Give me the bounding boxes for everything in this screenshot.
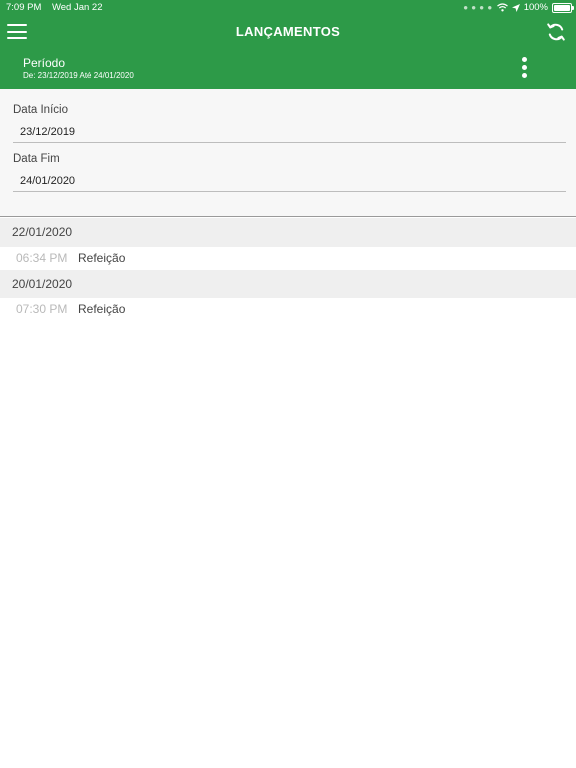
start-date-input[interactable] <box>13 121 566 143</box>
start-date-label: Data Início <box>13 104 68 116</box>
entry-time: 06:34 PM <box>16 251 68 265</box>
wifi-icon <box>496 3 508 12</box>
entry-time: 07:30 PM <box>16 302 68 316</box>
entry-date-header: 20/01/2020 <box>0 270 576 299</box>
end-date-label: Data Fim <box>13 153 60 165</box>
more-icon-dot <box>522 73 527 78</box>
battery-percentage: 100% <box>523 2 548 13</box>
status-right-group: ● ● ● ● 100% <box>463 2 574 13</box>
period-filter-form: Data Início Data Fim <box>0 89 576 217</box>
app-header: 7:09 PM Wed Jan 22 ● ● ● ● 100% LANÇAMEN… <box>0 0 576 89</box>
entry-description: Refeição <box>78 302 126 316</box>
more-icon-dot <box>522 57 527 62</box>
page-title: LANÇAMENTOS <box>235 24 341 39</box>
entry-row[interactable]: 07:30 PM Refeição <box>0 298 576 321</box>
signal-icon: ● ● ● ● <box>463 3 493 12</box>
status-time-date: 7:09 PM Wed Jan 22 <box>6 2 102 13</box>
period-range: De: 23/12/2019 Até 24/01/2020 <box>23 71 134 80</box>
entry-date-header: 22/01/2020 <box>0 218 576 247</box>
status-date: Wed Jan 22 <box>51 2 103 13</box>
entry-row[interactable]: 06:34 PM Refeição <box>0 247 576 270</box>
status-time: 7:09 PM <box>6 2 42 13</box>
period-label[interactable]: Período <box>23 56 65 70</box>
more-vertical-icon[interactable] <box>515 55 535 81</box>
more-icon-dot <box>522 65 527 70</box>
refresh-icon[interactable] <box>545 21 567 43</box>
battery-icon <box>552 2 574 13</box>
status-bar: 7:09 PM Wed Jan 22 ● ● ● ● 100% <box>0 0 576 16</box>
end-date-input[interactable] <box>13 170 566 192</box>
location-icon <box>511 3 520 12</box>
entry-description: Refeição <box>78 251 126 265</box>
